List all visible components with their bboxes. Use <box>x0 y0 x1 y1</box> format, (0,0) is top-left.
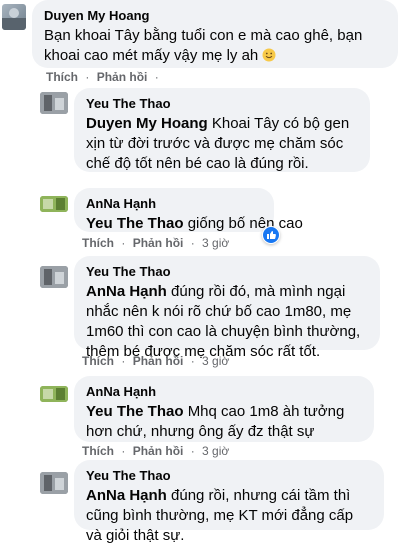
timestamp[interactable]: 3 giờ <box>202 354 229 368</box>
avatar[interactable] <box>40 472 68 494</box>
avatar[interactable] <box>2 4 26 30</box>
reply-link[interactable]: Phản hồi <box>133 444 184 458</box>
comment-actions: Thích · Phản hồi · <box>46 70 163 84</box>
comment-author[interactable]: AnNa Hạnh <box>86 195 262 212</box>
avatar[interactable] <box>40 92 68 114</box>
comment-actions: Thích · Phản hồi · 3 giờ <box>82 354 229 368</box>
comment-bubble: Yeu The Thao AnNa Hạnh đúng rồi, nhưng c… <box>74 460 384 544</box>
comment-bubble: AnNa Hạnh Yeu The Thao giống bố nên cao <box>74 188 303 234</box>
comment-author[interactable]: Yeu The Thao <box>86 95 358 112</box>
profile-picture-icon <box>2 8 26 30</box>
timestamp[interactable]: 3 giờ <box>202 236 229 250</box>
separator-dot: · <box>121 444 126 458</box>
profile-picture-icon <box>40 92 68 114</box>
comment-author[interactable]: Yeu The Thao <box>86 263 368 280</box>
like-icon <box>263 227 279 243</box>
separator-dot: · <box>190 354 195 368</box>
comment-bubble: Yeu The Thao AnNa Hạnh đúng rồi đó, mà m… <box>74 256 380 360</box>
timestamp[interactable]: 3 giờ <box>202 444 229 458</box>
comment-text: AnNa Hạnh đúng rồi, nhưng cái tầm thì cũ… <box>86 486 372 544</box>
reply-link[interactable]: Phản hồi <box>97 70 148 84</box>
comment-bubble: Duyen My Hoang Bạn khoai Tây bằng tuổi c… <box>32 0 398 68</box>
like-link[interactable]: Thích <box>82 444 114 458</box>
separator-dot: · <box>121 236 126 250</box>
comment-author[interactable]: Duyen My Hoang <box>44 7 386 24</box>
comment-bubble: AnNa Hạnh Yeu The Thao Mhq cao 1m8 àh tư… <box>74 376 374 442</box>
profile-picture-icon <box>40 386 68 402</box>
separator-dot: · <box>154 70 159 84</box>
like-link[interactable]: Thích <box>46 70 78 84</box>
comment-actions: Thích · Phản hồi · 3 giờ <box>82 236 229 250</box>
comment-author[interactable]: AnNa Hạnh <box>86 383 362 400</box>
mention-tag[interactable]: Duyen My Hoang <box>86 115 208 132</box>
comment-body: Bạn khoai Tây bằng tuổi con e mà cao ghê… <box>44 27 363 64</box>
comment-text: Duyen My Hoang Khoai Tây có bộ gen xịn t… <box>86 114 358 174</box>
avatar[interactable] <box>40 266 68 288</box>
reply-link[interactable]: Phản hồi <box>133 354 184 368</box>
separator-dot: · <box>190 444 195 458</box>
comment-bubble: Yeu The Thao Duyen My Hoang Khoai Tây có… <box>74 88 370 172</box>
avatar[interactable] <box>40 196 68 212</box>
mention-tag[interactable]: Yeu The Thao <box>86 215 184 232</box>
mention-tag[interactable]: AnNa Hạnh <box>86 283 167 300</box>
slightly-smiling-face-icon <box>262 48 276 62</box>
profile-picture-icon <box>40 196 68 212</box>
comment-text: Yeu The Thao giống bố nên cao <box>86 214 303 234</box>
comment-actions: Thích · Phản hồi · 3 giờ <box>82 444 229 458</box>
reply-link[interactable]: Phản hồi <box>133 236 184 250</box>
comment-text: AnNa Hạnh đúng rồi đó, mà mình ngại nhắc… <box>86 282 368 362</box>
profile-picture-icon <box>40 472 68 494</box>
reaction-badge[interactable] <box>262 226 280 244</box>
like-link[interactable]: Thích <box>82 354 114 368</box>
profile-picture-icon <box>40 266 68 288</box>
comment-author[interactable]: Yeu The Thao <box>86 467 372 484</box>
comment-body: giống bố nên cao <box>187 215 303 232</box>
comment-text: Bạn khoai Tây bằng tuổi con e mà cao ghê… <box>44 26 386 66</box>
separator-dot: · <box>190 236 195 250</box>
like-link[interactable]: Thích <box>82 236 114 250</box>
separator-dot: · <box>121 354 126 368</box>
comment-text: Yeu The Thao Mhq cao 1m8 àh tưởng hơn ch… <box>86 402 362 442</box>
separator-dot: · <box>85 70 90 84</box>
mention-tag[interactable]: Yeu The Thao <box>86 403 184 420</box>
mention-tag[interactable]: AnNa Hạnh <box>86 487 167 504</box>
avatar[interactable] <box>40 386 68 402</box>
